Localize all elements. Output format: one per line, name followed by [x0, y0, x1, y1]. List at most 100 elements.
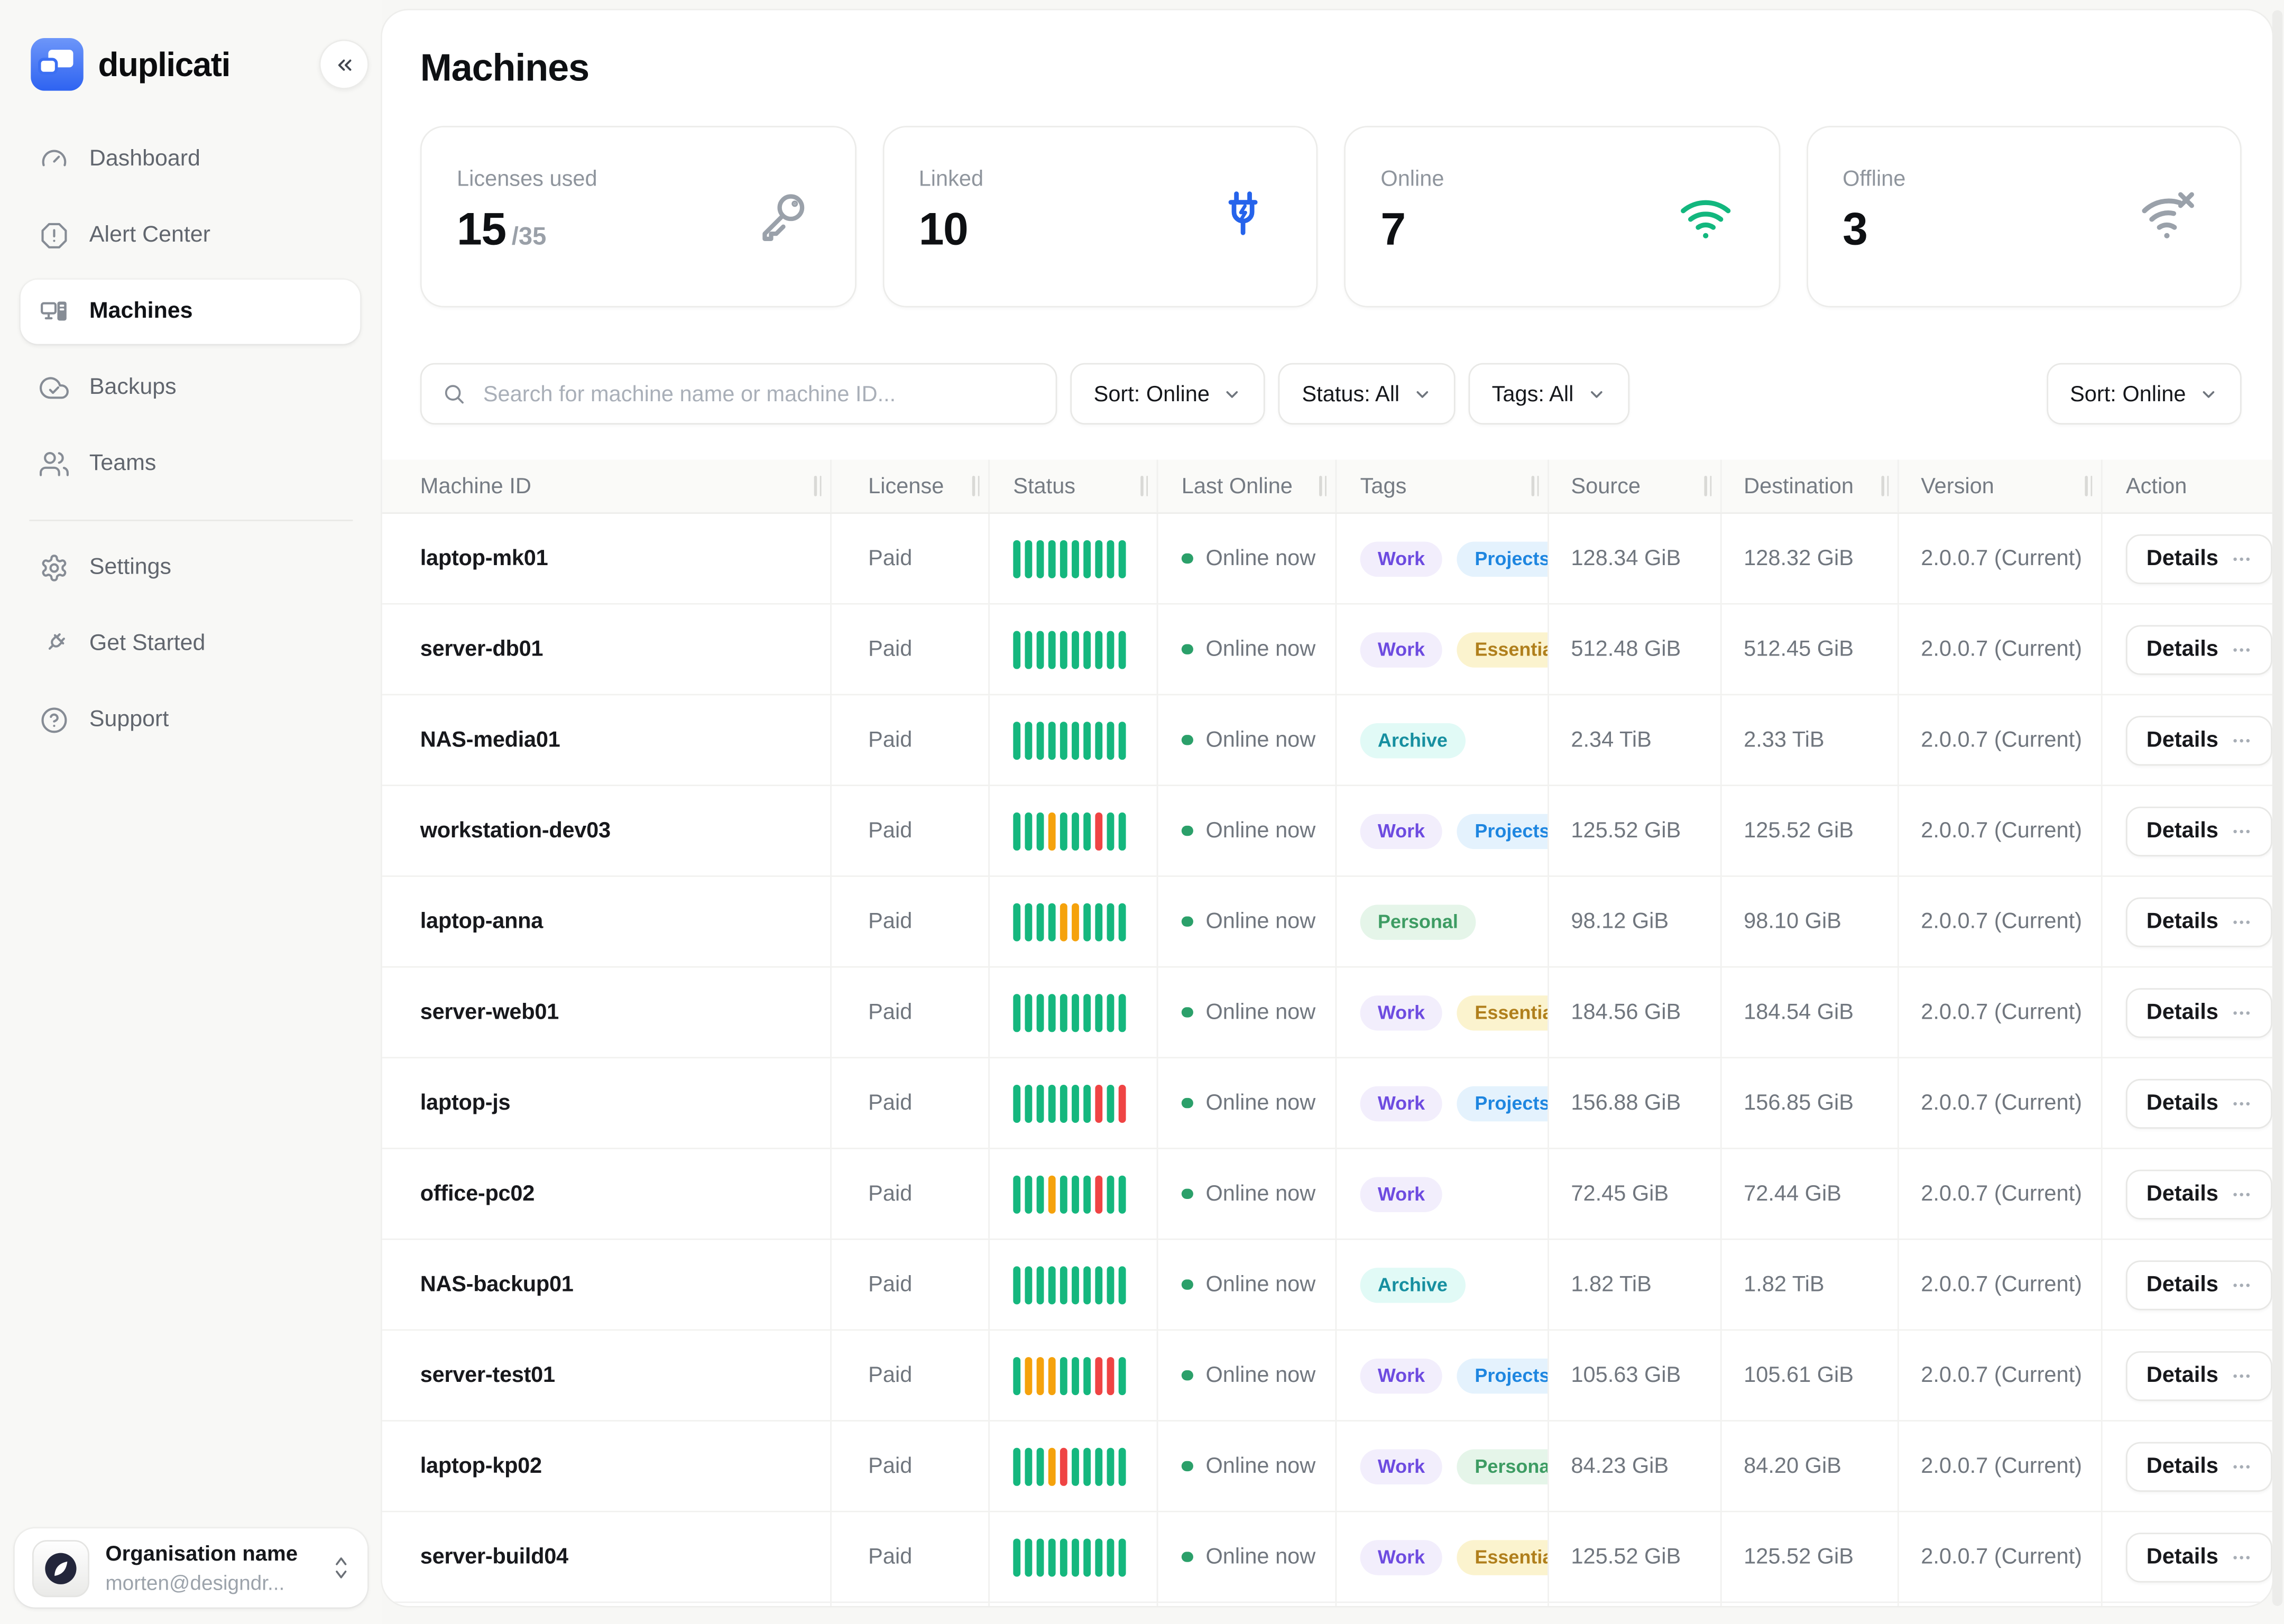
- column-resize-handle[interactable]: [814, 476, 822, 496]
- status-bar-o: [1025, 1357, 1032, 1395]
- details-button[interactable]: Details: [2126, 533, 2272, 583]
- sidebar-item-settings[interactable]: Settings: [21, 536, 360, 601]
- table-row-partial: Details: [382, 1603, 2272, 1606]
- status-bar-r: [1095, 812, 1102, 850]
- sort-right-button[interactable]: Sort: Online: [2047, 363, 2242, 425]
- column-header-label: Tags: [1360, 474, 1407, 499]
- sidebar-item-backups[interactable]: Backups: [21, 356, 360, 420]
- status-bar-g: [1060, 1266, 1067, 1304]
- ellipsis-icon: [2232, 1184, 2252, 1204]
- machine-id-cell: server-test01: [382, 1331, 830, 1420]
- filter-tags-all[interactable]: Tags: All: [1468, 363, 1629, 425]
- last-online-cell: Online now: [1157, 1058, 1336, 1148]
- details-button[interactable]: Details: [2126, 715, 2272, 765]
- license-cell: Paid: [830, 1058, 988, 1148]
- details-label: Details: [2147, 727, 2218, 752]
- details-button[interactable]: Details: [2126, 1532, 2272, 1582]
- source-cell: 125.52 GiB: [1548, 1512, 1720, 1602]
- sidebar-item-support[interactable]: Support: [21, 688, 360, 753]
- app-root: duplicati DashboardAlert CenterMachinesB…: [0, 0, 2284, 1624]
- details-button[interactable]: Details: [2126, 1260, 2272, 1309]
- details-button[interactable]: Details: [2126, 1351, 2272, 1400]
- column-resize-handle[interactable]: [972, 476, 980, 496]
- status-bar-g: [1107, 1447, 1113, 1485]
- tag-work: Work: [1360, 1539, 1443, 1574]
- org-switcher[interactable]: Organisation name morten@designdr...: [15, 1529, 367, 1608]
- cloud-check-icon: [40, 373, 69, 402]
- sidebar-item-machines[interactable]: Machines: [21, 280, 360, 344]
- sidebar-collapse-button[interactable]: [319, 40, 369, 89]
- column-resize-handle[interactable]: [1881, 476, 1889, 496]
- status-bar-g: [1025, 902, 1032, 940]
- column-resize-handle[interactable]: [1704, 476, 1711, 496]
- version-cell: 2.0.0.7 (Current): [1898, 1422, 2101, 1511]
- sidebar-item-label: Support: [89, 707, 169, 734]
- column-resize-handle[interactable]: [1140, 476, 1148, 496]
- status-bar-g: [1107, 1175, 1113, 1213]
- column-header-label: Action: [2126, 474, 2187, 499]
- search-input[interactable]: [480, 380, 1035, 408]
- version-cell: 2.0.0.7 (Current): [1898, 695, 2101, 785]
- status-bar-g: [1083, 1175, 1090, 1213]
- status-bar-g: [1118, 1538, 1125, 1576]
- ellipsis-icon: [2232, 730, 2252, 750]
- status-bar-g: [1083, 993, 1090, 1031]
- details-button[interactable]: Details: [2126, 806, 2272, 855]
- details-label: Details: [2147, 1182, 2218, 1206]
- column-header-destination: Destination: [1720, 460, 1898, 513]
- status-bar-g: [1060, 1084, 1067, 1122]
- license-cell: Paid: [830, 1240, 988, 1330]
- details-button[interactable]: Details: [2126, 988, 2272, 1037]
- action-cell: Details: [2101, 877, 2272, 966]
- org-name: Organisation name: [105, 1542, 316, 1570]
- vertical-scrollbar[interactable]: [2272, 10, 2282, 1607]
- status-bar-g: [1095, 630, 1102, 668]
- details-button[interactable]: Details: [2126, 624, 2272, 674]
- status-bar-g: [1107, 539, 1113, 577]
- status-bar-g: [1095, 1447, 1102, 1485]
- status-bar-g: [1048, 993, 1055, 1031]
- tag-work: Work: [1360, 1176, 1443, 1211]
- column-resize-handle[interactable]: [2085, 476, 2092, 496]
- sidebar-item-get-started[interactable]: Get Started: [21, 612, 360, 677]
- status-bar-g: [1107, 721, 1113, 759]
- details-label: Details: [2147, 1000, 2218, 1025]
- filter-sort-online[interactable]: Sort: Online: [1070, 363, 1265, 425]
- details-button[interactable]: Details: [2126, 1441, 2272, 1491]
- status-bar-g: [1037, 812, 1044, 850]
- sidebar-item-alert-center[interactable]: Alert Center: [21, 204, 360, 268]
- tag-work: Work: [1360, 1085, 1443, 1120]
- status-bar-o: [1048, 1447, 1055, 1485]
- status-bar-g: [1118, 812, 1125, 850]
- status-bar-g: [1095, 993, 1102, 1031]
- version-cell: 2.0.0.7 (Current): [1898, 1512, 2101, 1602]
- column-resize-handle[interactable]: [1319, 476, 1327, 496]
- online-dot: [1182, 1097, 1193, 1109]
- status-bar-g: [1013, 539, 1020, 577]
- action-cell: Details: [2101, 1240, 2272, 1330]
- status-bars: [1013, 812, 1125, 850]
- sidebar-item-teams[interactable]: Teams: [21, 432, 360, 496]
- sidebar-item-label: Get Started: [89, 631, 206, 658]
- details-button[interactable]: Details: [2126, 1078, 2272, 1128]
- destination-cell: 98.10 GiB: [1720, 877, 1898, 966]
- sidebar-item-dashboard[interactable]: Dashboard: [21, 127, 360, 192]
- destination-cell: 512.45 GiB: [1720, 605, 1898, 694]
- ellipsis-icon: [2232, 1275, 2252, 1295]
- machine-id-cell: laptop-js: [382, 1058, 830, 1148]
- last-online-cell: Online now: [1157, 695, 1336, 785]
- org-chevrons: [333, 1555, 350, 1582]
- online-dot: [1182, 825, 1193, 836]
- last-online-cell: Online now: [1157, 1149, 1336, 1239]
- tag-personal: Personal: [1360, 904, 1476, 939]
- column-resize-handle[interactable]: [1532, 476, 1539, 496]
- page-title: Machines: [420, 45, 589, 91]
- details-button[interactable]: Details: [2126, 1169, 2272, 1219]
- filter-status-all[interactable]: Status: All: [1278, 363, 1455, 425]
- sidebar-divider: [29, 520, 353, 521]
- details-button[interactable]: Details: [2126, 897, 2272, 946]
- stat-card-licenses-used: Licenses used15/35: [420, 126, 856, 307]
- online-dot: [1182, 1007, 1193, 1018]
- status-bars: [1013, 630, 1125, 668]
- license-cell: Paid: [830, 1422, 988, 1511]
